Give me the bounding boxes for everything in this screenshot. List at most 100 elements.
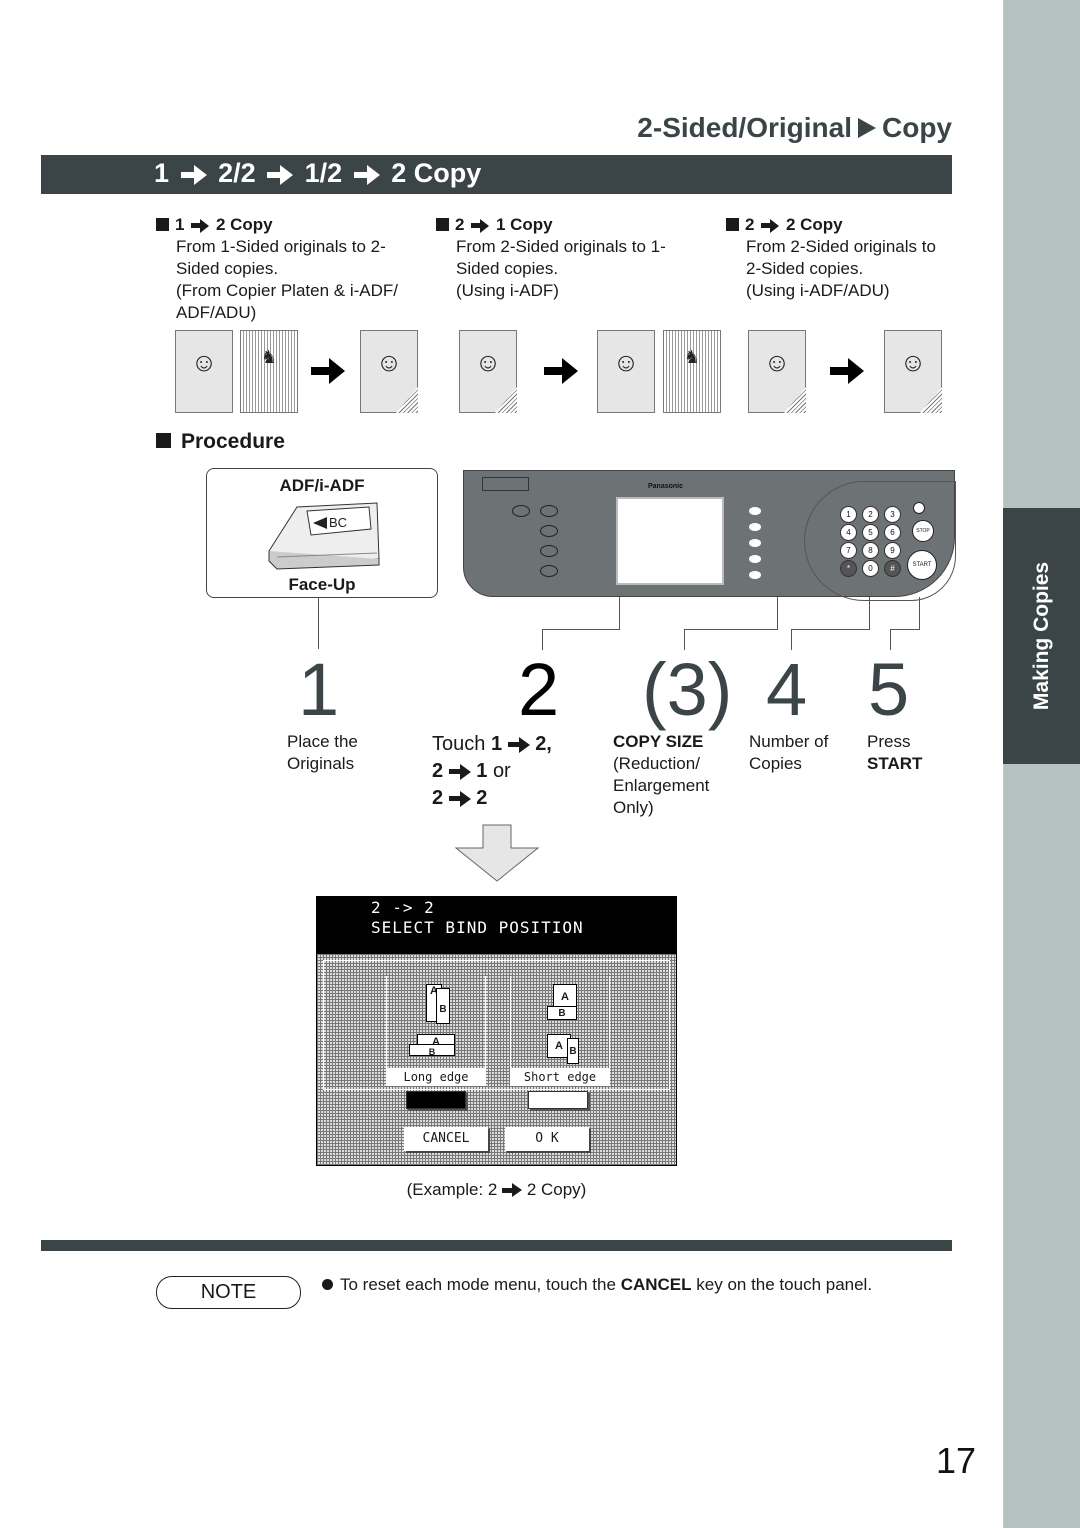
bind-option-long-edge[interactable]: A B A B Long edge [386, 976, 486, 1086]
arrow-right-icon [180, 164, 207, 185]
mode-2-to-2: 2 2 Copy From 2-Sided originals to 2-Sid… [726, 214, 936, 302]
key-8[interactable]: 8 [862, 542, 879, 559]
leader-line [890, 630, 891, 650]
note-badge: NOTE [156, 1276, 301, 1309]
original-sheet-duplex: ☺ [748, 330, 806, 413]
square-bullet-icon [726, 218, 739, 231]
arrow-right-icon [507, 736, 530, 753]
leader-line [318, 597, 319, 649]
key-6[interactable]: 6 [884, 524, 901, 541]
copy-mode-key[interactable] [540, 505, 558, 517]
key-9[interactable]: 9 [884, 542, 901, 559]
arrow-right-icon [311, 358, 345, 384]
adf-feeder-icon: BC [268, 502, 380, 570]
arrow-right-icon [267, 164, 294, 185]
copy-mode-key[interactable] [512, 505, 530, 517]
leader-line [919, 597, 920, 630]
internet-mode-key[interactable] [540, 545, 558, 557]
title-part: 2/2 [218, 158, 256, 188]
fax-mode-key[interactable] [540, 525, 558, 537]
start-key[interactable]: START [907, 550, 937, 580]
arrow-right-icon [448, 790, 471, 807]
step-number-4: 4 [766, 648, 808, 731]
mode-desc: Sided copies. [176, 259, 279, 278]
bullet-icon [322, 1279, 333, 1290]
lcd-header: 2 -> 2 SELECT BIND POSITION [371, 898, 584, 937]
step-number-2: 2 [518, 648, 560, 731]
page-curl-icon [396, 387, 418, 413]
character-illustration-icon: ☺ [612, 347, 640, 378]
leader-line [777, 597, 778, 630]
mode-desc: (Using i-ADF/ADU) [746, 281, 890, 300]
clear-key[interactable] [913, 502, 925, 514]
key-0[interactable]: 0 [862, 560, 879, 577]
key-3[interactable]: 3 [884, 506, 901, 523]
copy-size-key[interactable] [749, 523, 761, 531]
page-b-icon: B [547, 1006, 577, 1020]
bind-label: Long edge [387, 1068, 485, 1086]
side-tab-label: Making Copies [1029, 561, 1053, 711]
copy-size-key[interactable] [749, 539, 761, 547]
mode-desc: Sided copies. [456, 259, 559, 278]
key-7[interactable]: 7 [840, 542, 857, 559]
ok-button[interactable]: O K [505, 1127, 589, 1151]
short-edge-selector[interactable] [528, 1091, 588, 1109]
copy-size-key[interactable] [749, 571, 761, 579]
note-text: To reset each mode menu, touch the CANCE… [322, 1275, 872, 1295]
arrow-right-icon [544, 358, 578, 384]
key-star[interactable]: * [840, 560, 857, 577]
title-part: 2 Copy [391, 158, 482, 188]
character-illustration-icon: ☺ [375, 347, 403, 378]
copy-size-key[interactable] [749, 507, 761, 515]
copy-size-key[interactable] [749, 555, 761, 563]
character-illustration-icon: ☺ [763, 347, 791, 378]
page-b-icon: B [567, 1038, 579, 1064]
play-triangle-icon [858, 117, 876, 138]
step-number-1: 1 [298, 648, 340, 731]
page-number: 17 [936, 1440, 977, 1481]
key-2[interactable]: 2 [862, 506, 879, 523]
arrow-right-icon [191, 218, 210, 233]
copy-sheet-duplex: ☺ [360, 330, 418, 413]
numeric-keypad: 1 2 3 4 5 6 7 8 9 * 0 # STOP START [804, 481, 956, 601]
side-tab-making-copies[interactable]: Making Copies [1003, 508, 1080, 764]
key-4[interactable]: 4 [840, 524, 857, 541]
mode-desc: 2-Sided copies. [746, 259, 864, 278]
bind-option-short-edge[interactable]: A B A B Short edge [510, 976, 610, 1086]
character-illustration-icon: ☺ [899, 347, 927, 378]
printer-mode-key[interactable] [540, 565, 558, 577]
mode-heading: 1 2 Copy [156, 214, 398, 236]
arrow-down-icon [454, 824, 540, 882]
key-hash[interactable]: # [884, 560, 901, 577]
step-3-text: COPY SIZE (Reduction/ Enlargement Only) [613, 732, 710, 817]
mode-heading: 2 1 Copy [436, 214, 666, 236]
mode-heading: 2 2 Copy [726, 214, 936, 236]
arrow-right-icon [830, 358, 864, 384]
mode-desc: From 1-Sided originals to 2- [176, 237, 386, 256]
stop-key[interactable]: STOP [912, 520, 934, 542]
character-illustration-icon: ☺ [474, 347, 502, 378]
square-bullet-icon [436, 218, 449, 231]
leader-line [791, 630, 792, 650]
procedure-heading: Procedure [156, 430, 285, 454]
panel-touch-screen[interactable] [616, 497, 724, 585]
key-5[interactable]: 5 [862, 524, 879, 541]
adf-title: ADF/i-ADF [279, 476, 365, 495]
adf-face-up-label: Face-Up [288, 575, 356, 594]
section-divider [41, 1240, 952, 1251]
example-caption: (Example: 2 2 Copy) [406, 1180, 587, 1199]
square-bullet-icon [156, 218, 169, 231]
leader-line [542, 630, 543, 650]
cancel-button[interactable]: CANCEL [404, 1127, 488, 1151]
long-edge-selector-selected[interactable] [406, 1091, 466, 1109]
page-curl-icon [495, 387, 517, 413]
lcd-body: A B A B Long edge A B A B Short edge CAN… [317, 954, 676, 1165]
key-1[interactable]: 1 [840, 506, 857, 523]
mode-desc: (Using i-ADF) [456, 281, 559, 300]
arrow-right-icon [353, 164, 380, 185]
arrow-right-icon [448, 763, 471, 780]
leader-line [890, 629, 920, 630]
character-illustration-icon: ☺ [190, 347, 218, 378]
section-header-left: 2-Sided/Original [637, 112, 852, 143]
title-part: 1/2 [304, 158, 343, 188]
